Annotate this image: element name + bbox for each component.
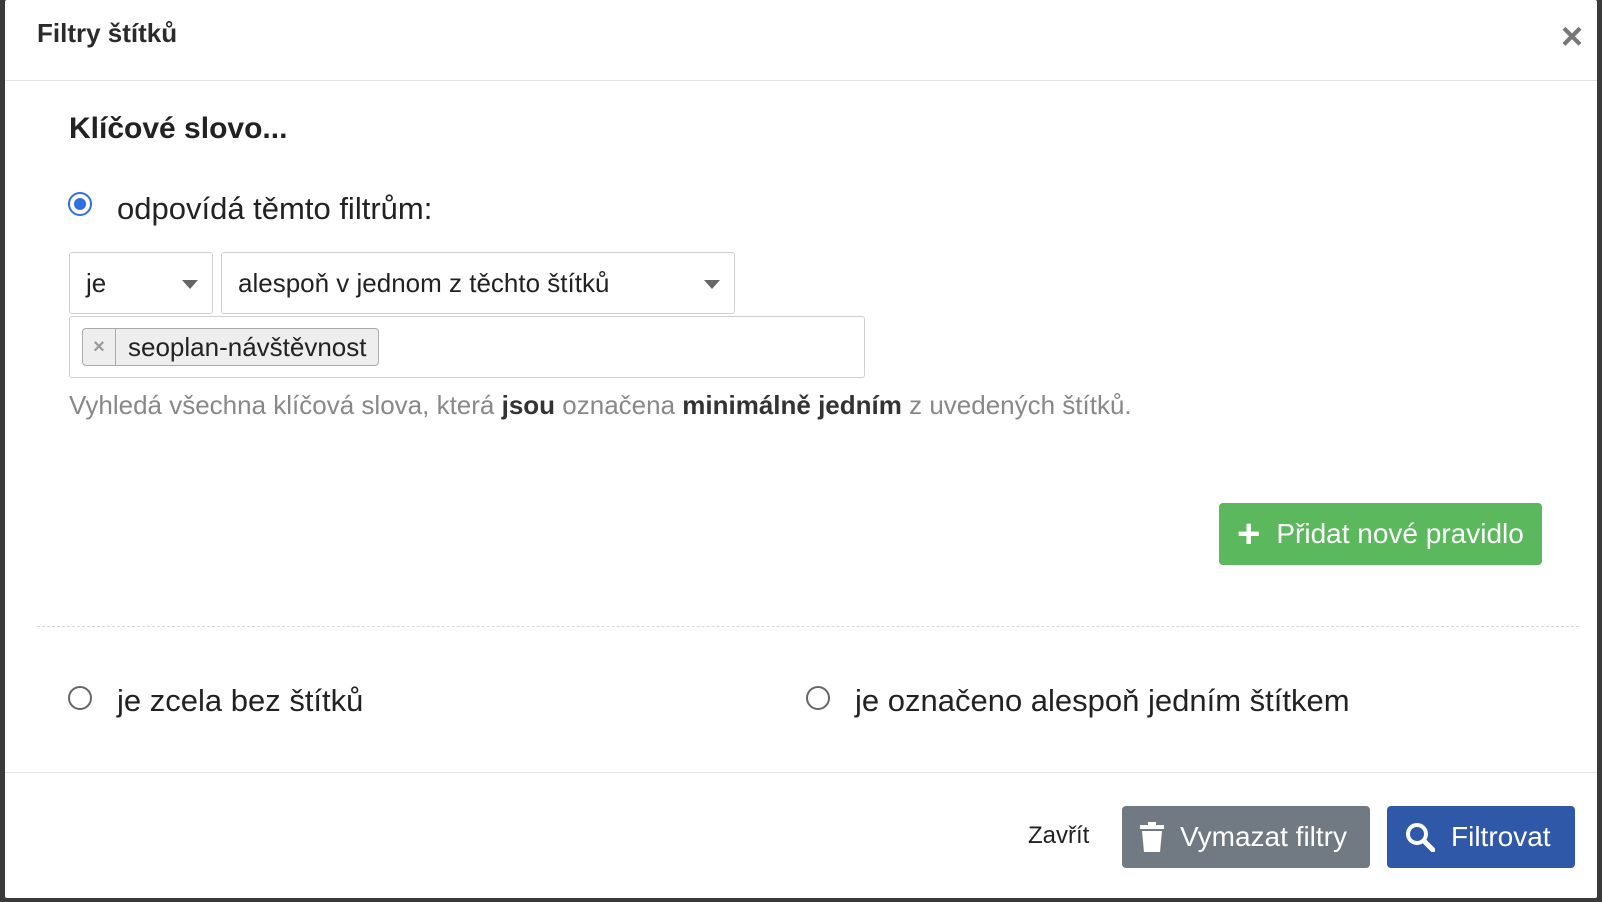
tag-chip: × seoplan-návštěvnost [82,328,380,366]
tags-input[interactable]: × seoplan-návštěvnost [69,316,865,378]
trash-icon [1140,822,1164,852]
radio-match-filters-label[interactable]: odpovídá těmto filtrům: [117,191,432,227]
radio-no-tags[interactable] [68,686,92,710]
footer-divider [5,772,1597,773]
add-rule-label: Přidat nové pravidlo [1276,518,1524,549]
section-title: Klíčové slovo... [69,112,288,145]
operator-select-value: je [86,268,107,298]
section-divider [37,626,1579,627]
rule-help-text: Vyhledá všechna klíčová slova, která jso… [69,390,1132,420]
clear-filters-label: Vymazat filtry [1180,821,1347,852]
chevron-down-icon [704,280,720,289]
clear-filters-button[interactable]: Vymazat filtry [1122,806,1370,868]
modal-header: Filtry štítků × [5,0,1597,81]
modal-title: Filtry štítků [37,18,178,48]
close-button[interactable]: Zavřít [1028,822,1089,850]
radio-no-tags-label[interactable]: je zcela bez štítků [117,683,363,719]
chevron-down-icon [182,280,198,289]
tag-chip-label: seoplan-návštěvnost [128,331,367,362]
condition-select[interactable]: alespoň v jednom z těchto štítků [221,252,735,314]
filter-label: Filtrovat [1451,821,1551,852]
condition-select-value: alespoň v jednom z těchto štítků [238,268,610,298]
close-icon[interactable]: × [1557,18,1587,56]
tag-filter-modal: Filtry štítků × Klíčové slovo... odpovíd… [5,0,1597,898]
filter-button[interactable]: Filtrovat [1387,806,1575,868]
radio-match-filters[interactable] [68,192,92,216]
add-rule-button[interactable]: + Přidat nové pravidlo [1219,503,1542,565]
search-icon [1405,822,1435,852]
radio-any-tag-label[interactable]: je označeno alespoň jedním štítkem [855,683,1350,719]
plus-icon: + [1237,512,1261,556]
operator-select[interactable]: je [69,252,213,314]
radio-any-tag[interactable] [806,686,830,710]
remove-tag-icon[interactable]: × [83,329,116,365]
